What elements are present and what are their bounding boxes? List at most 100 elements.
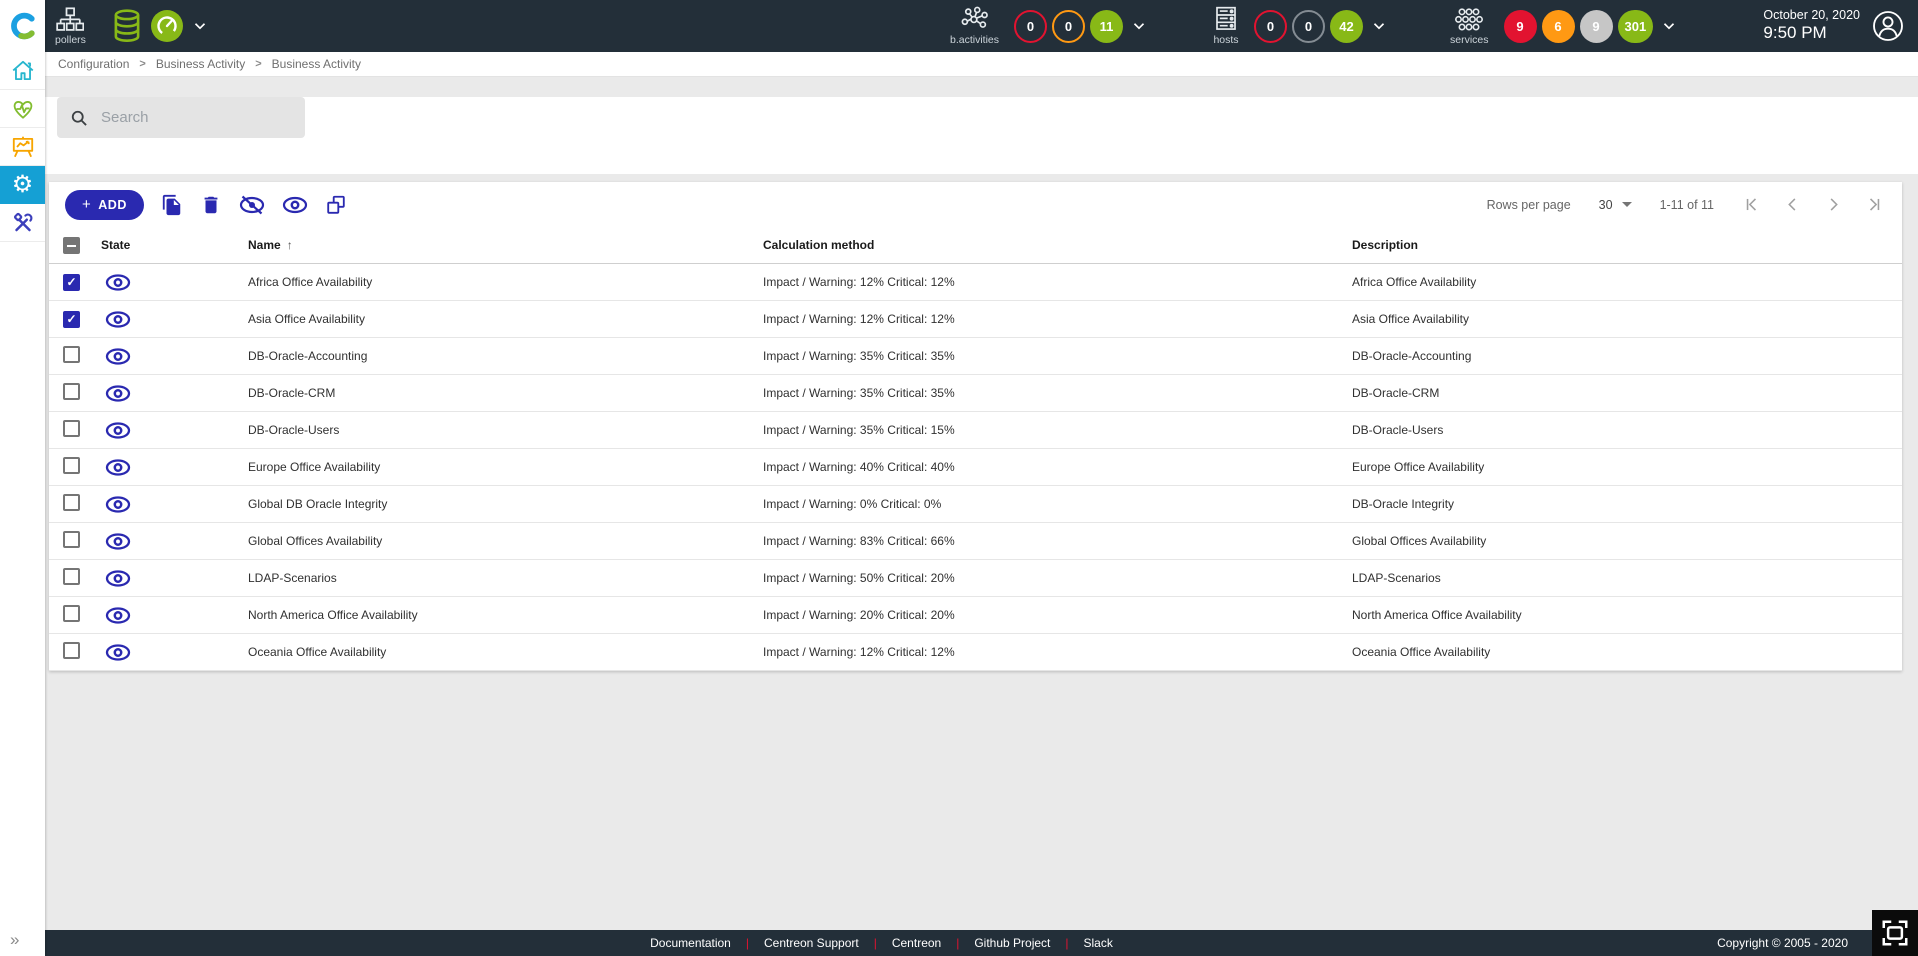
status-badge[interactable]: 0 <box>1254 10 1287 43</box>
row-checkbox[interactable] <box>63 274 80 291</box>
state-eye-icon[interactable] <box>105 421 248 440</box>
row-name: DB-Oracle-Accounting <box>248 349 763 363</box>
pollers-cluster[interactable]: pollers <box>55 0 209 52</box>
status-badge[interactable]: 9 <box>1580 10 1613 43</box>
status-badge[interactable]: 11 <box>1090 10 1123 43</box>
column-header-state: State <box>101 238 248 252</box>
footer-link[interactable]: Centreon <box>892 936 941 950</box>
state-eye-icon[interactable] <box>105 458 248 477</box>
user-avatar-icon <box>1872 10 1904 42</box>
next-page-icon[interactable] <box>1824 195 1843 214</box>
pagination-range: 1-11 of 11 <box>1660 198 1714 212</box>
breadcrumb-item[interactable]: Configuration <box>58 57 129 71</box>
row-name: Asia Office Availability <box>248 312 763 326</box>
search-input[interactable] <box>101 109 271 126</box>
trash-icon[interactable] <box>200 194 222 216</box>
state-eye-icon[interactable] <box>105 532 248 551</box>
state-eye-icon[interactable] <box>105 310 248 329</box>
sidebar-item-configuration[interactable]: ⚙ <box>0 166 45 204</box>
row-name: DB-Oracle-CRM <box>248 386 763 400</box>
status-badge[interactable]: 9 <box>1504 10 1537 43</box>
sidebar-item-reporting[interactable] <box>0 128 45 166</box>
services-cluster[interactable]: services 969301 <box>1450 0 1678 52</box>
gauge-icon[interactable] <box>150 9 184 43</box>
fullscreen-button[interactable] <box>1872 910 1918 956</box>
row-checkbox[interactable] <box>63 642 80 659</box>
state-eye-icon[interactable] <box>105 495 248 514</box>
footer-link[interactable]: Github Project <box>974 936 1050 950</box>
breadcrumb-item[interactable]: Business Activity <box>272 57 361 71</box>
state-eye-icon[interactable] <box>105 347 248 366</box>
row-checkbox[interactable] <box>63 383 80 400</box>
add-button[interactable]: + ADD <box>65 190 144 220</box>
rows-per-page-select[interactable]: 30 <box>1599 198 1632 212</box>
footer-link[interactable]: Centreon Support <box>764 936 859 950</box>
state-eye-icon[interactable] <box>105 569 248 588</box>
table-row[interactable]: Global DB Oracle Integrity Impact / Warn… <box>49 486 1902 523</box>
sidebar-expand-button[interactable]: » <box>10 930 19 950</box>
table-row[interactable]: North America Office Availability Impact… <box>49 597 1902 634</box>
state-eye-icon[interactable] <box>105 643 248 662</box>
table-row[interactable]: LDAP-Scenarios Impact / Warning: 50% Cri… <box>49 560 1902 597</box>
table-row[interactable]: Africa Office Availability Impact / Warn… <box>49 264 1902 301</box>
status-badge[interactable]: 0 <box>1052 10 1085 43</box>
row-description: DB-Oracle Integrity <box>1352 497 1902 511</box>
table-row[interactable]: DB-Oracle-Accounting Impact / Warning: 3… <box>49 338 1902 375</box>
column-header-calculation-method: Calculation method <box>763 238 1352 252</box>
state-eye-icon[interactable] <box>105 384 248 403</box>
footer-link[interactable]: Documentation <box>650 936 731 950</box>
chevron-down-icon[interactable] <box>1370 17 1388 35</box>
table-row[interactable]: Global Offices Availability Impact / War… <box>49 523 1902 560</box>
chevron-down-icon[interactable] <box>191 17 209 35</box>
chevron-down-icon[interactable] <box>1660 17 1678 35</box>
column-header-description: Description <box>1352 238 1902 252</box>
footer-link[interactable]: Slack <box>1084 936 1113 950</box>
header-time: 9:50 PM <box>1763 23 1860 43</box>
database-icon[interactable] <box>111 9 143 43</box>
row-checkbox[interactable] <box>63 494 80 511</box>
first-page-icon[interactable] <box>1742 195 1761 214</box>
status-badge[interactable]: 0 <box>1014 10 1047 43</box>
chevron-down-icon[interactable] <box>1130 17 1148 35</box>
top-header: pollers <box>45 0 1918 52</box>
eye-icon[interactable] <box>282 194 308 216</box>
row-checkbox[interactable] <box>63 346 80 363</box>
table-row[interactable]: Asia Office Availability Impact / Warnin… <box>49 301 1902 338</box>
table-row[interactable]: Oceania Office Availability Impact / War… <box>49 634 1902 671</box>
status-badge[interactable]: 42 <box>1330 10 1363 43</box>
select-all-checkbox[interactable] <box>63 237 80 254</box>
pollers-icon <box>56 7 84 33</box>
heart-pulse-icon <box>10 96 36 122</box>
table-row[interactable]: DB-Oracle-Users Impact / Warning: 35% Cr… <box>49 412 1902 449</box>
breadcrumb-item[interactable]: Business Activity <box>156 57 245 71</box>
sidebar-item-home[interactable] <box>0 52 45 90</box>
table-row[interactable]: Europe Office Availability Impact / Warn… <box>49 449 1902 486</box>
centreon-logo[interactable] <box>0 0 45 52</box>
row-checkbox[interactable] <box>63 531 80 548</box>
row-checkbox[interactable] <box>63 420 80 437</box>
column-header-name[interactable]: Name↑ <box>248 238 763 252</box>
status-badge[interactable]: 6 <box>1542 10 1575 43</box>
search-box[interactable] <box>57 97 305 138</box>
duplicate-layers-icon[interactable] <box>325 194 347 216</box>
state-eye-icon[interactable] <box>105 606 248 625</box>
table-row[interactable]: DB-Oracle-CRM Impact / Warning: 35% Crit… <box>49 375 1902 412</box>
footer: Documentation|Centreon Support|Centreon|… <box>45 930 1918 956</box>
user-menu-button[interactable] <box>1872 10 1904 42</box>
eye-off-icon[interactable] <box>239 194 265 216</box>
copy-icon[interactable] <box>161 194 183 216</box>
status-badge[interactable]: 0 <box>1292 10 1325 43</box>
row-checkbox[interactable] <box>63 457 80 474</box>
state-eye-icon[interactable] <box>105 273 248 292</box>
row-checkbox[interactable] <box>63 311 80 328</box>
sidebar: ⚙ » <box>0 0 45 956</box>
previous-page-icon[interactable] <box>1783 195 1802 214</box>
hosts-cluster[interactable]: hosts 0042 <box>1213 0 1388 52</box>
business-activities-cluster[interactable]: b.activities 0011 <box>950 0 1148 52</box>
status-badge[interactable]: 301 <box>1618 10 1654 43</box>
sidebar-item-monitoring[interactable] <box>0 90 45 128</box>
row-checkbox[interactable] <box>63 605 80 622</box>
row-checkbox[interactable] <box>63 568 80 585</box>
sidebar-item-administration[interactable] <box>0 204 45 242</box>
last-page-icon[interactable] <box>1865 195 1884 214</box>
